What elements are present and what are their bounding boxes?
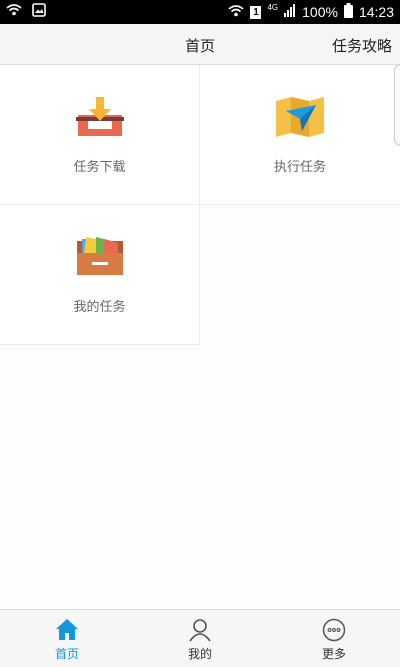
task-guide-link[interactable]: 任务攻略	[332, 35, 392, 56]
nav-more-label: 更多	[321, 647, 346, 661]
sim-slot-label: 1	[253, 6, 259, 18]
grid-item-label: 任务下载	[73, 160, 126, 175]
wifi-icon	[228, 4, 244, 21]
edge-drawer-handle[interactable]	[394, 64, 400, 146]
image-notification-icon	[32, 3, 46, 20]
folder-drawer-icon	[74, 235, 126, 279]
more-icon	[322, 618, 346, 642]
status-bar: 1 4G 100% 14:23	[0, 0, 400, 24]
function-grid: 任务下载 执行任务 我的任务	[0, 65, 400, 346]
grid-item-task-download[interactable]: 任务下载	[0, 65, 200, 205]
bottom-navigation: 首页 我的 更多	[0, 609, 400, 667]
nav-mine[interactable]: 我的	[160, 610, 240, 667]
battery-icon	[343, 3, 353, 21]
network-type: 4G	[267, 2, 279, 12]
sim-icon: 1	[250, 5, 262, 19]
clock: 14:23	[358, 4, 394, 20]
home-icon	[55, 618, 79, 642]
nav-home[interactable]: 首页	[27, 610, 107, 667]
nav-more[interactable]: 更多	[294, 610, 374, 667]
wifi-calling-icon	[6, 3, 22, 20]
download-tray-icon	[74, 95, 126, 139]
battery-percent: 100%	[302, 4, 338, 20]
nav-mine-label: 我的	[187, 647, 212, 661]
app-screen: 1 4G 100% 14:23 首页 任务攻略 任务下载 执行任务 我的任务 首…	[0, 0, 400, 667]
person-icon	[188, 618, 212, 642]
map-navigation-icon	[274, 95, 326, 139]
grid-item-my-tasks[interactable]: 我的任务	[0, 205, 200, 345]
app-header: 首页 任务攻略	[0, 24, 400, 65]
grid-item-label: 执行任务	[273, 160, 326, 175]
grid-item-execute-task[interactable]: 执行任务	[200, 65, 400, 205]
nav-home-label: 首页	[54, 647, 79, 661]
grid-item-label: 我的任务	[73, 300, 126, 315]
signal-icon	[284, 4, 296, 20]
